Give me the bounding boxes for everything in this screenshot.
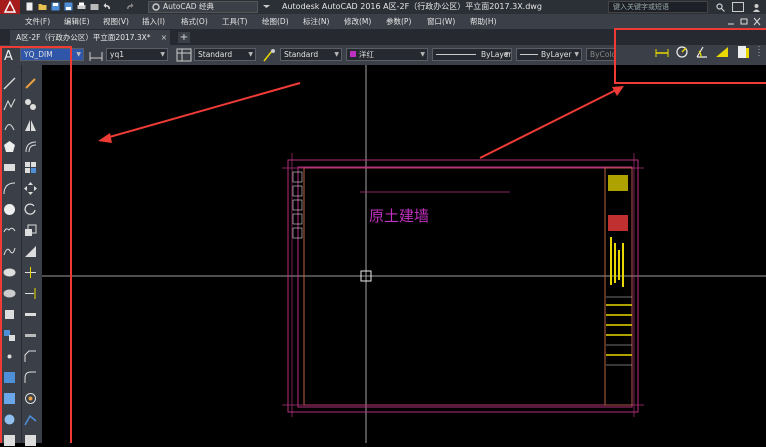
chevron-down-icon: ▼ bbox=[160, 51, 165, 58]
linetype-dropdown[interactable]: ByLayer ▼ bbox=[432, 48, 512, 61]
title-block-frame bbox=[282, 153, 644, 417]
close-icon[interactable] bbox=[752, 16, 762, 27]
chevron-down-icon: ▼ bbox=[248, 51, 253, 58]
annotation-arrows bbox=[98, 82, 624, 159]
workspace-label: AutoCAD 经典 bbox=[163, 2, 214, 11]
undo-icon[interactable] bbox=[103, 2, 112, 11]
wall-label: 原土建墙 bbox=[369, 207, 430, 225]
highlight-dim-toolbar bbox=[614, 28, 766, 84]
new-file-icon[interactable] bbox=[25, 2, 34, 11]
restore-icon[interactable] bbox=[739, 16, 749, 27]
open-folder-icon[interactable] bbox=[38, 2, 47, 11]
tab-current-drawing[interactable]: A区-2F（行政办公区）平立面2017.3X* × bbox=[10, 30, 170, 45]
menu-view[interactable]: 视图(V) bbox=[103, 14, 129, 29]
redo-icon[interactable] bbox=[125, 2, 134, 11]
color-dropdown[interactable]: ByColor bbox=[586, 48, 616, 61]
lineweight-preview bbox=[520, 54, 538, 55]
dim-style-value: yq1 bbox=[110, 50, 124, 59]
menu-tools[interactable]: 工具(T) bbox=[222, 14, 247, 29]
chevron-down-icon: ▼ bbox=[574, 51, 579, 58]
save-as-icon[interactable] bbox=[64, 2, 73, 11]
print-icon[interactable] bbox=[77, 2, 86, 11]
menu-help[interactable]: 帮助(H) bbox=[470, 14, 497, 29]
workspace-selector[interactable]: AutoCAD 经典 bbox=[148, 1, 258, 13]
save-icon[interactable] bbox=[51, 2, 60, 11]
table-style-dropdown[interactable]: Standard ▼ bbox=[194, 48, 256, 61]
menu-insert[interactable]: 插入(I) bbox=[142, 14, 165, 29]
minimize-icon[interactable] bbox=[726, 16, 736, 27]
lineweight-value: ByLayer bbox=[541, 50, 572, 59]
window-title: Autodesk AutoCAD 2016 A区-2F（行政办公区）平立面201… bbox=[282, 2, 542, 11]
table-style-icon[interactable] bbox=[176, 48, 192, 62]
menu-format[interactable]: 格式(O) bbox=[181, 14, 208, 29]
window-controls bbox=[726, 16, 762, 27]
menu-draw[interactable]: 绘图(D) bbox=[262, 14, 289, 29]
dim-style-icon[interactable] bbox=[88, 48, 104, 62]
menu-parametric[interactable]: 参数(P) bbox=[386, 14, 411, 29]
highlight-left-toolbar bbox=[0, 46, 72, 443]
drawing-svg bbox=[42, 65, 766, 443]
chevron-down-icon: ▼ bbox=[504, 51, 509, 58]
search-input[interactable]: 键入关键字或短语 bbox=[608, 1, 708, 13]
chevron-down-icon: ▼ bbox=[420, 51, 425, 58]
multileader-style-value: Standard bbox=[284, 50, 319, 59]
user-icon[interactable] bbox=[752, 3, 761, 12]
chevron-down-icon: ▼ bbox=[76, 51, 81, 58]
plot-icon[interactable] bbox=[90, 2, 99, 11]
dim-style-dropdown[interactable]: yq1 ▼ bbox=[106, 48, 168, 61]
chevron-down-icon[interactable] bbox=[262, 2, 271, 11]
drawing-canvas[interactable] bbox=[42, 65, 766, 443]
tab-close-icon[interactable]: × bbox=[161, 30, 167, 45]
tab-label: A区-2F（行政办公区）平立面2017.3X* bbox=[16, 33, 151, 42]
chevron-down-icon: ▼ bbox=[334, 51, 339, 58]
menu-bar: 文件(F) 编辑(E) 视图(V) 插入(I) 格式(O) 工具(T) 绘图(D… bbox=[0, 14, 766, 29]
menu-dimension[interactable]: 标注(N) bbox=[303, 14, 329, 29]
title-bar: AutoCAD 经典 Autodesk AutoCAD 2016 A区-2F（行… bbox=[0, 0, 766, 14]
layer-value: 洋红 bbox=[359, 50, 374, 59]
title-block-column bbox=[604, 167, 633, 406]
gear-icon bbox=[152, 3, 160, 11]
menu-file[interactable]: 文件(F) bbox=[25, 14, 50, 29]
table-style-value: Standard bbox=[198, 50, 233, 59]
new-tab-button[interactable]: + bbox=[178, 32, 190, 43]
multileader-style-dropdown[interactable]: Standard ▼ bbox=[280, 48, 342, 61]
color-value: ByColor bbox=[590, 50, 616, 59]
menu-modify[interactable]: 修改(M) bbox=[344, 14, 371, 29]
linetype-preview bbox=[436, 54, 476, 55]
menu-window[interactable]: 窗口(W) bbox=[427, 14, 455, 29]
exchange-icon[interactable] bbox=[732, 2, 744, 12]
autocad-logo-icon[interactable] bbox=[0, 0, 20, 14]
search-icon[interactable] bbox=[716, 3, 725, 12]
multileader-style-icon[interactable] bbox=[262, 48, 278, 62]
layer-dropdown[interactable]: 洋红 ▼ bbox=[346, 48, 428, 61]
menu-edit[interactable]: 编辑(E) bbox=[64, 14, 90, 29]
lineweight-dropdown[interactable]: ByLayer ▼ bbox=[516, 48, 582, 61]
layer-color-swatch bbox=[350, 51, 356, 57]
